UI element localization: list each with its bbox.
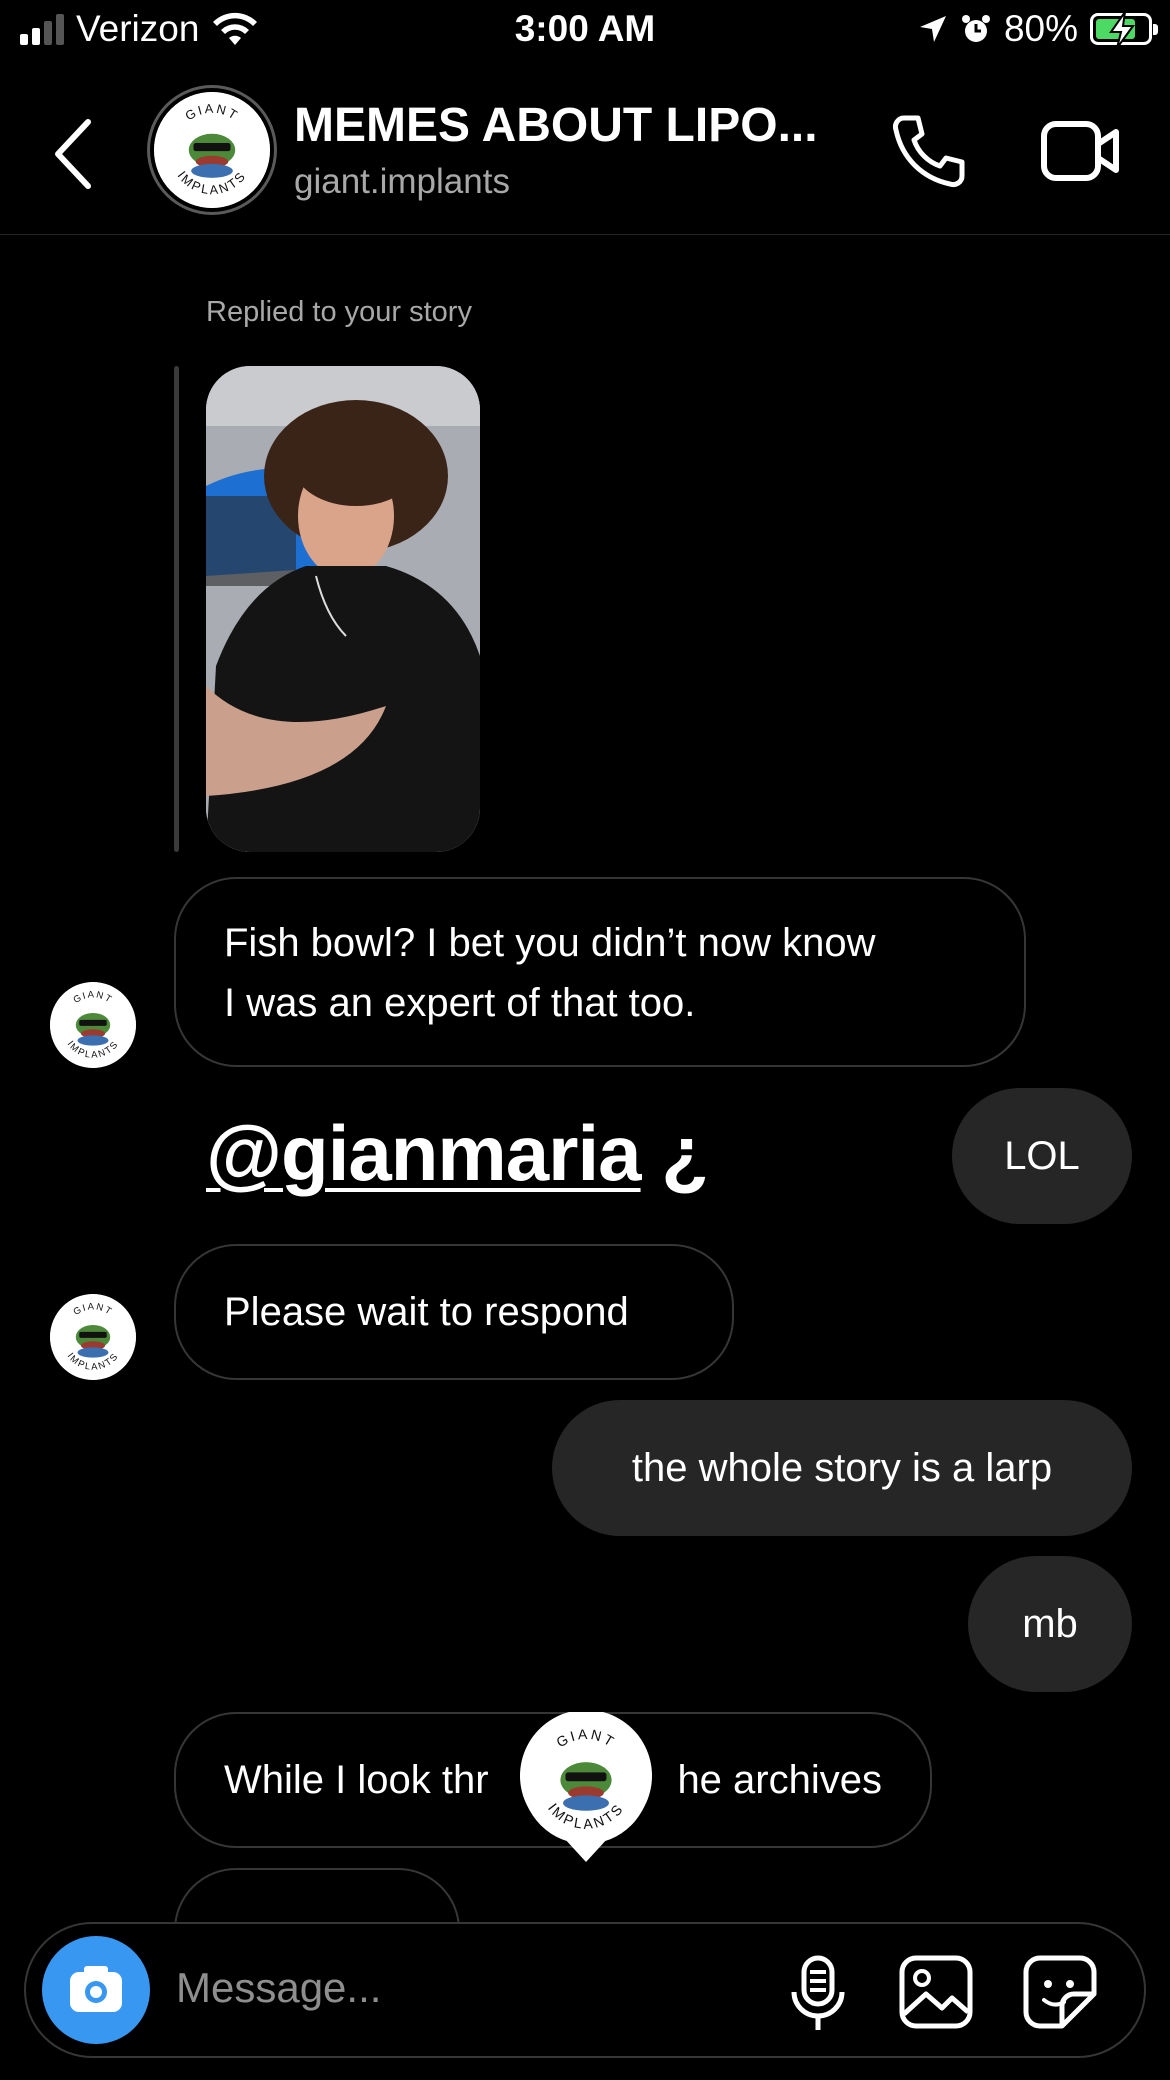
mention-handle[interactable]: @gianmaria [206,1109,642,1197]
gallery-icon[interactable] [898,1954,974,2030]
chat-username[interactable]: giant.implants [294,162,510,202]
sticker-icon[interactable] [1022,1954,1098,2030]
chat-header: MEMES ABOUT LIPO... giant.implants [0,70,1170,235]
battery-percentage: 80% [1003,8,1078,49]
chat-title[interactable]: MEMES ABOUT LIPO... [294,98,818,153]
camera-button[interactable] [42,1936,150,2044]
back-chevron-icon[interactable] [48,114,98,194]
status-bar: Verizon 3:00 AM 80% [0,0,1170,62]
incoming-message[interactable]: Fish bowl? I bet you didn’t now know I w… [174,877,1026,1067]
outgoing-message[interactable]: the whole story is a larp [552,1400,1132,1536]
video-camera-icon[interactable] [1040,114,1120,188]
alarm-icon [961,15,990,42]
message-composer [24,1922,1146,2058]
microphone-icon[interactable] [786,1954,850,2034]
sender-avatar[interactable] [50,1294,136,1380]
message-line: I was an expert of that too. [224,981,696,1025]
camera-icon [70,1966,122,2012]
phone-icon[interactable] [890,112,968,190]
message-input[interactable] [176,1964,596,2012]
giant-implants-logo [50,982,136,1068]
typing-avatar-marker [520,1712,652,1862]
message-fragment: he archives [677,1758,882,1802]
sender-avatar[interactable] [50,982,136,1068]
incoming-message[interactable]: Please wait to respond [174,1244,734,1380]
message-fragment: While I look thr [224,1758,489,1802]
replied-to-story-label: Replied to your story [206,296,472,328]
outgoing-message[interactable]: mb [968,1556,1132,1692]
location-arrow-icon [919,16,946,42]
outgoing-message[interactable]: LOL [952,1088,1132,1224]
story-thumbnail[interactable] [206,366,480,852]
story-photo [206,366,480,852]
message-line: Fish bowl? I bet you didn’t now know [224,921,876,965]
reply-quote-line [174,366,179,852]
story-mention-sticker[interactable]: @gianmaria ¿ [206,1108,709,1199]
mention-suffix: ¿ [640,1109,709,1197]
battery-charging-icon [1090,11,1158,49]
giant-implants-logo [50,1294,136,1380]
giant-implants-logo [154,92,270,208]
profile-avatar[interactable] [150,88,274,212]
